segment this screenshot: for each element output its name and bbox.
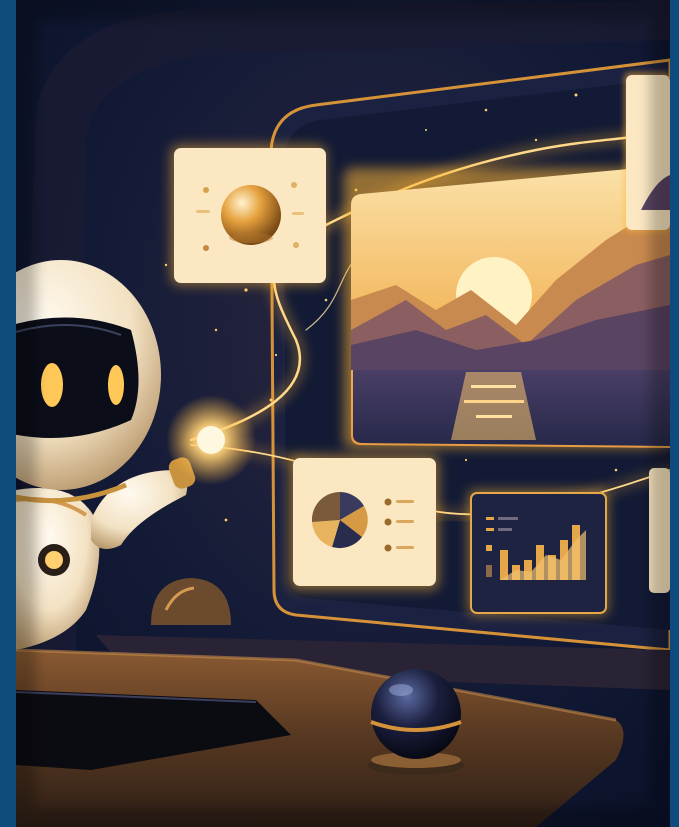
illustration-svg: [16, 0, 670, 827]
bar-chart-panel: [468, 490, 608, 615]
landscape-panel: [344, 165, 670, 448]
glowing-orb: [166, 395, 256, 485]
sphere-panel: [171, 145, 326, 285]
black-orb-ornament: [368, 669, 464, 775]
pie-chart: [311, 491, 368, 549]
robot-right-eye: [108, 365, 124, 405]
outer-frame: [0, 0, 679, 827]
illustration-scene: [16, 0, 670, 827]
robot-left-eye: [41, 363, 63, 407]
pie-chart-panel: [289, 455, 439, 590]
